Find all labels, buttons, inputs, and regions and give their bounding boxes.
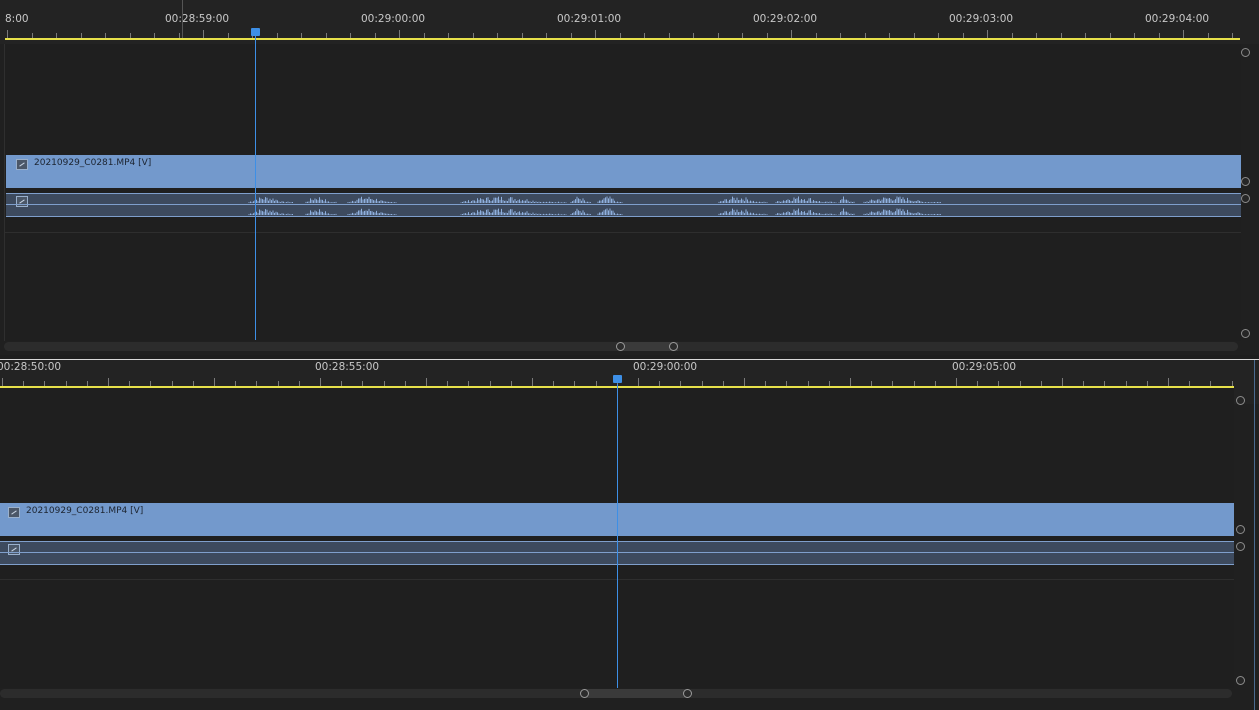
ruler-tick: [744, 378, 745, 386]
playhead-line[interactable]: [617, 384, 618, 688]
ruler-tick: [1183, 30, 1184, 38]
scroll-knob-left[interactable]: [616, 342, 625, 351]
scroll-knob-right[interactable]: [683, 689, 692, 698]
scroll-knob-left[interactable]: [580, 689, 589, 698]
ruler-tick: [203, 30, 204, 38]
video-clip[interactable]: 20210929_C0281.MP4 [V]: [6, 155, 1241, 188]
waveform-channel-2: [248, 208, 941, 215]
ruler-tick: [2, 378, 3, 386]
playhead-handle[interactable]: [251, 28, 260, 36]
playhead-line[interactable]: [255, 36, 256, 340]
time-ruler[interactable]: 8:00 00:28:59:00 00:29:00:00 00:29:01:00…: [0, 0, 1259, 44]
timecode-label: 00:29:05:00: [952, 361, 1017, 373]
ruler-tick: [532, 378, 533, 386]
fx-badge-icon: [8, 507, 20, 518]
scroll-thumb[interactable]: [585, 689, 688, 698]
vertical-scrollbar[interactable]: [1241, 44, 1250, 341]
timecode-label: 00:29:00:00: [361, 13, 426, 25]
timecode-label: 00:28:50:00: [0, 361, 62, 373]
scroll-knob[interactable]: [1241, 329, 1250, 338]
clip-name: 20210929_C0281.MP4 [V]: [26, 506, 144, 516]
ruler-tick: [595, 30, 596, 38]
ruler-tick: [638, 378, 639, 386]
scroll-knob[interactable]: [1241, 48, 1250, 57]
ruler-tick: [426, 378, 427, 386]
audio-clip[interactable]: [6, 193, 1241, 217]
ruler-marker-line: [182, 0, 183, 38]
scroll-knob[interactable]: [1236, 396, 1245, 405]
timeline-panel-top: 8:00 00:28:59:00 00:29:00:00 00:29:01:00…: [0, 0, 1259, 355]
scroll-knob[interactable]: [1236, 676, 1245, 685]
scroll-knob[interactable]: [1241, 194, 1250, 203]
ruler-tick: [214, 378, 215, 386]
timecode-label: 00:28:55:00: [315, 361, 380, 373]
panel-focus-edge: [1254, 360, 1255, 710]
track-divider: [5, 232, 1241, 233]
timeline-panel-bottom: 00:28:50:00 00:28:55:00 00:29:00:00 00:2…: [0, 359, 1259, 710]
playhead-handle[interactable]: [613, 375, 622, 383]
scroll-knob[interactable]: [1236, 525, 1245, 534]
in-out-range-bar[interactable]: [5, 38, 1240, 40]
ruler-tick: [850, 378, 851, 386]
vertical-scrollbar[interactable]: [1236, 394, 1245, 689]
fx-badge-icon: [8, 544, 20, 555]
timecode-label: 8:00: [5, 13, 29, 25]
ruler-tick: [399, 30, 400, 38]
timecode-label: 00:29:04:00: [1145, 13, 1210, 25]
timecode-label: 00:28:59:00: [165, 13, 230, 25]
ruler-tick: [7, 30, 8, 38]
clip-name: 20210929_C0281.MP4 [V]: [34, 158, 152, 168]
ruler-tick: [320, 378, 321, 386]
fx-badge-icon: [16, 159, 28, 170]
ruler-tick: [956, 378, 957, 386]
ruler-tick: [1168, 378, 1169, 386]
track-area[interactable]: 20210929_C0281.MP4 [V]: [4, 44, 1241, 341]
scroll-knob-right[interactable]: [669, 342, 678, 351]
ruler-tick: [791, 30, 792, 38]
ruler-tick: [1062, 378, 1063, 386]
audio-waveform: [248, 196, 941, 215]
scroll-knob[interactable]: [1236, 542, 1245, 551]
horizontal-scrollbar[interactable]: [4, 342, 1238, 351]
waveform-channel-1: [248, 196, 941, 203]
ruler-tick: [108, 378, 109, 386]
timecode-label: 00:29:02:00: [753, 13, 818, 25]
scroll-knob[interactable]: [1241, 177, 1250, 186]
ruler-tick: [987, 30, 988, 38]
timecode-label: 00:29:01:00: [557, 13, 622, 25]
horizontal-scrollbar[interactable]: [0, 689, 1232, 698]
timecode-label: 00:29:00:00: [633, 361, 698, 373]
timecode-label: 00:29:03:00: [949, 13, 1014, 25]
